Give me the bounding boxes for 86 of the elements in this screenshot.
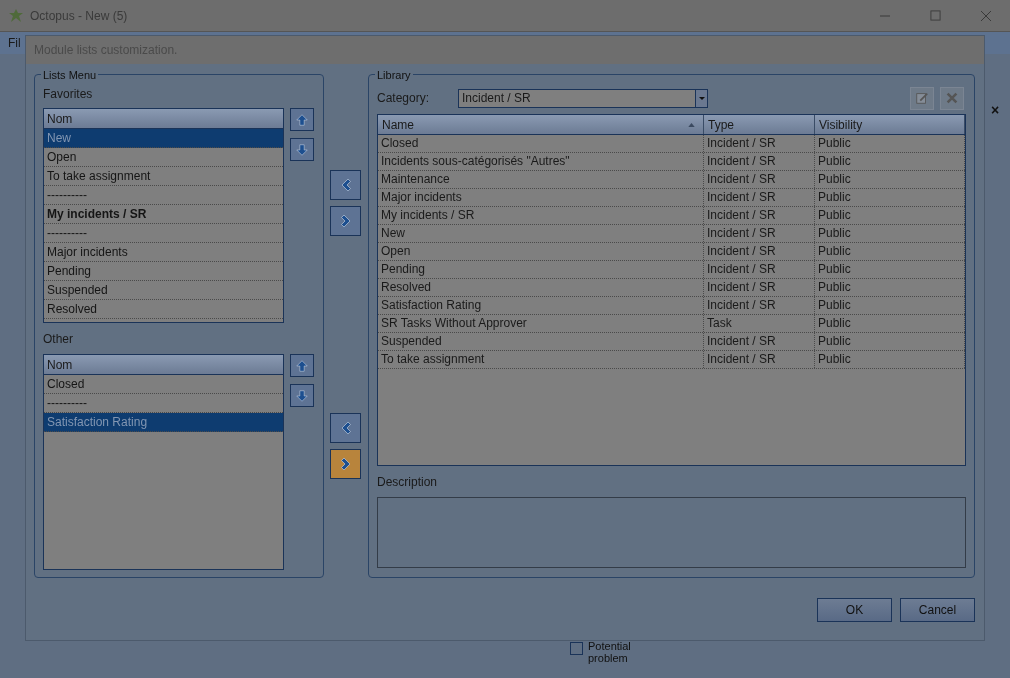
table-cell: Public	[815, 153, 965, 170]
table-cell: SR Tasks Without Approver	[378, 315, 704, 332]
column-header[interactable]: Visibility	[815, 115, 965, 134]
sort-ascending-icon	[688, 122, 695, 127]
move-right-button[interactable]	[330, 206, 361, 236]
table-cell: Closed	[378, 135, 704, 152]
table-cell: Incident / SR	[704, 153, 815, 170]
section-label: Other	[43, 331, 74, 348]
table-cell: Incident / SR	[704, 261, 815, 278]
table-cell: Public	[815, 333, 965, 350]
dropdown-caret-icon	[698, 96, 705, 100]
table-cell: Incident / SR	[704, 333, 815, 350]
category-label: Category:	[377, 90, 431, 107]
list-item[interactable]: My incidents / SR	[44, 205, 283, 224]
table-cell: Resolved	[378, 279, 704, 296]
table-cell: Satisfaction Rating	[378, 297, 704, 314]
app-icon	[8, 7, 24, 24]
table-cell: Incident / SR	[704, 243, 815, 260]
column-header[interactable]: Type	[704, 115, 815, 134]
table-cell: Public	[815, 297, 965, 314]
section-label: Favorites	[43, 86, 94, 103]
table-cell: Major incidents	[378, 189, 704, 206]
list-item[interactable]: Open	[44, 148, 283, 167]
table-cell: To take assignment	[378, 351, 704, 368]
table-cell: Public	[815, 225, 965, 242]
close-glyph[interactable]: ×	[991, 100, 1000, 121]
list-item[interactable]: Closed	[44, 375, 283, 394]
move-left-button[interactable]	[330, 170, 361, 200]
table-cell: Incident / SR	[704, 189, 815, 206]
list-item[interactable]: Pending	[44, 262, 283, 281]
category-dropdown[interactable]: Incident / SR	[458, 88, 708, 108]
down-arrow-icon	[295, 388, 309, 403]
table-cell: My incidents / SR	[378, 207, 704, 224]
table-cell: Incident / SR	[704, 279, 815, 296]
description-label: Description	[377, 474, 439, 491]
table-cell: Pending	[378, 261, 704, 278]
move-up-button[interactable]	[290, 354, 314, 377]
table-cell: Incident / SR	[704, 297, 815, 314]
checkbox-label: Potential problem	[588, 640, 632, 664]
close-icon[interactable]	[980, 9, 992, 22]
table-cell: Suspended	[378, 333, 704, 350]
table-cell: Incident / SR	[704, 135, 815, 152]
table-cell: Open	[378, 243, 704, 260]
table-cell: Public	[815, 315, 965, 332]
table-cell: Incident / SR	[704, 351, 815, 368]
list-item[interactable]: ----------	[44, 186, 283, 205]
list-item[interactable]: New	[44, 129, 283, 148]
table-cell: Public	[815, 171, 965, 188]
list-item[interactable]: ----------	[44, 224, 283, 243]
ok-button[interactable]: OK	[817, 598, 892, 622]
move-right-button[interactable]	[330, 449, 361, 479]
edit-icon	[915, 91, 929, 105]
table-cell: Incident / SR	[704, 207, 815, 224]
up-arrow-icon	[295, 358, 309, 373]
table-cell: Public	[815, 243, 965, 260]
up-arrow-icon	[295, 112, 309, 127]
move-down-button[interactable]	[290, 138, 314, 161]
column-header[interactable]: Nom	[44, 355, 283, 375]
table-cell: Public	[815, 207, 965, 224]
delete-icon	[945, 91, 959, 105]
table-cell: Incident / SR	[704, 171, 815, 188]
list-item[interactable]: Satisfaction Rating	[44, 413, 283, 432]
column-header[interactable]: Name	[378, 115, 704, 134]
move-left-button[interactable]	[330, 413, 361, 443]
menu-item[interactable]: Fil	[8, 34, 21, 52]
table-cell: Task	[704, 315, 815, 332]
table-cell: Public	[815, 261, 965, 278]
description-field[interactable]	[377, 497, 966, 568]
column-header[interactable]: Nom	[44, 109, 283, 129]
list-item[interactable]: Major incidents	[44, 243, 283, 262]
table-cell: Incident / SR	[704, 225, 815, 242]
table-cell: Public	[815, 279, 965, 296]
table-cell: Public	[815, 189, 965, 206]
move-up-button[interactable]	[290, 108, 314, 131]
list-item[interactable]: Suspended	[44, 281, 283, 300]
table-cell: Incidents sous-catégorisés "Autres"	[378, 153, 704, 170]
list-item[interactable]: Resolved	[44, 300, 283, 319]
table-cell: New	[378, 225, 704, 242]
table-cell: Maintenance	[378, 171, 704, 188]
list-item[interactable]: To take assignment	[44, 167, 283, 186]
down-arrow-icon	[295, 142, 309, 157]
checkbox[interactable]	[570, 642, 583, 655]
table-cell: Public	[815, 351, 965, 368]
cancel-button[interactable]: Cancel	[900, 598, 975, 622]
move-down-button[interactable]	[290, 384, 314, 407]
table-cell: Public	[815, 135, 965, 152]
